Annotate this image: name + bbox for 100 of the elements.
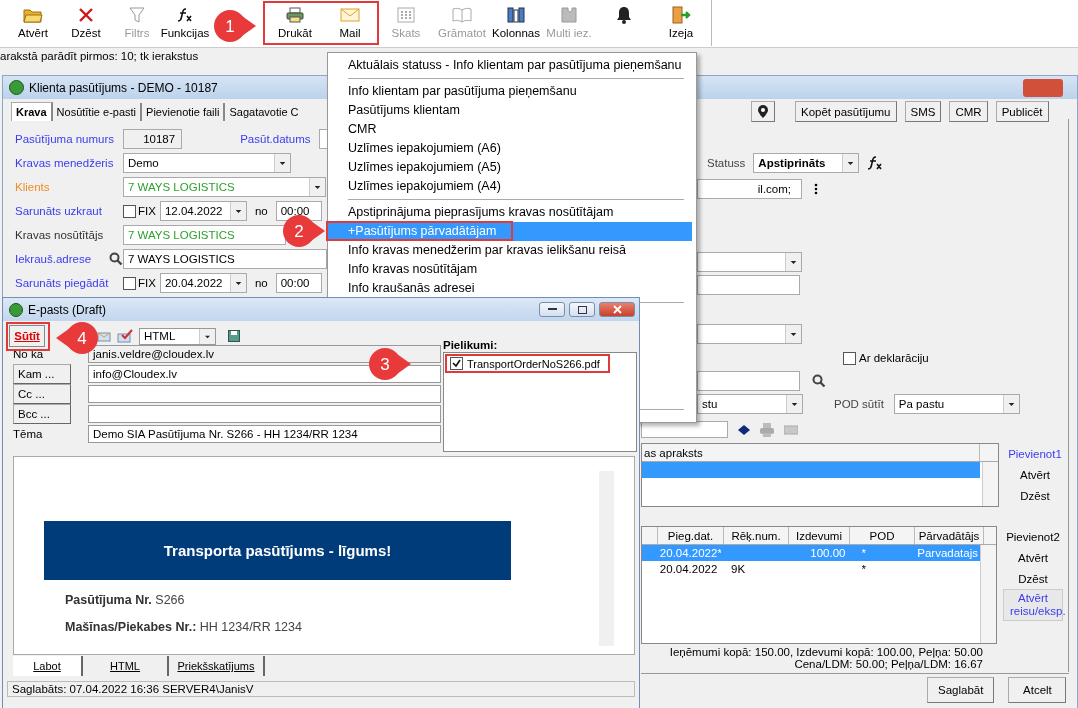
email-field[interactable]: il.com; — [697, 179, 802, 199]
email-field[interactable] — [88, 385, 441, 403]
menu-item[interactable]: Apstiprinājuma pieprasījums kravas nosūtītājam — [328, 203, 690, 222]
table-cell: 20.04.2022 — [659, 563, 718, 575]
status-dropdown[interactable]: Apstiprināts — [753, 153, 860, 173]
totals-text: Cena/LDM: 50.00; Peļņa/LDM: 16.67 — [794, 658, 983, 670]
menu-item[interactable]: Uzlīmes iepakojumiem (A4) — [328, 177, 690, 196]
scrollbar[interactable] — [980, 545, 996, 643]
action-button[interactable]: Kopēt pasūtījumu — [795, 101, 897, 122]
tab[interactable]: Labot — [13, 656, 83, 676]
action-button[interactable]: SMS — [904, 101, 942, 122]
text-field[interactable] — [697, 371, 800, 391]
tab[interactable]: HTML — [83, 656, 169, 676]
text-field[interactable]: 7 WAYS LOGISTICS — [123, 249, 327, 269]
field-label: Klients — [15, 181, 51, 193]
menu-item[interactable]: Aktuālais statuss - Info klientam par pasūtījuma pieņemšanu — [328, 56, 690, 75]
toolbar-button[interactable]: Izeja — [654, 0, 708, 42]
dropdown-field[interactable]: stu — [697, 394, 803, 414]
dropdown-field[interactable]: 7 WAYS LOGISTICS — [123, 177, 326, 197]
side-button[interactable]: Dzēst — [1012, 568, 1054, 589]
banner-title: Transporta pasūtījums - līgums! — [163, 542, 392, 559]
tab[interactable]: Priekšskatījums — [169, 656, 265, 676]
column-header[interactable]: Pieg.dat. — [658, 527, 724, 544]
checkbox[interactable] — [450, 357, 463, 370]
table-cell: 100.00 — [810, 547, 846, 559]
footer-button[interactable]: Atcelt — [1008, 677, 1067, 703]
close-button[interactable] — [599, 302, 635, 317]
toolbar-button[interactable]: Atvērt — [8, 0, 58, 42]
maximize-button[interactable] — [569, 302, 595, 317]
scrollbar[interactable] — [982, 462, 998, 506]
table-row[interactable]: 20.04.2022 9K * — [642, 561, 980, 577]
menu-item[interactable]: Info kravas menedžerim par kravas ielikšanu reisā — [328, 241, 690, 260]
action-button[interactable]: Publicēt — [995, 101, 1049, 122]
checkbox[interactable] — [843, 351, 856, 365]
field-label: Pasūt.datums — [240, 133, 311, 145]
format-dropdown[interactable]: HTML — [139, 327, 216, 345]
dropdown-field[interactable] — [697, 252, 802, 272]
envelope-icon — [340, 8, 360, 22]
tab[interactable]: Pievienotie faili — [142, 103, 226, 121]
side-button[interactable]: Atvērt reisu/eksp. — [1003, 589, 1063, 621]
column-header[interactable]: Rēķ.num. — [724, 527, 789, 544]
tab[interactable]: Krava — [11, 102, 53, 121]
column-header[interactable]: Pārvadātājs — [915, 527, 984, 544]
tab[interactable]: Nosūtītie e-pasti — [52, 103, 143, 121]
date-field[interactable]: 20.04.2022 — [159, 273, 247, 293]
toolbar-button[interactable]: Funkcijas — [160, 0, 210, 42]
search-icon[interactable] — [812, 374, 826, 388]
menu-item[interactable]: Info kraušanās adresei — [328, 279, 690, 298]
date-field[interactable]: 12.04.2022 — [159, 201, 247, 221]
menu-item[interactable]: Info klientam par pasūtījuma pieņemšanu — [328, 82, 690, 101]
location-pin-button[interactable] — [751, 101, 775, 122]
search-icon[interactable] — [109, 252, 123, 266]
save-icon[interactable] — [228, 330, 240, 342]
text-field[interactable]: 7 WAYS LOGISTICS — [123, 225, 286, 245]
order-number-field[interactable]: 10187 — [123, 129, 183, 149]
more-icon[interactable] — [814, 183, 818, 195]
toolbar-button[interactable]: Dzēst — [58, 0, 114, 42]
dropdown-field[interactable]: Pa pastu — [893, 394, 1020, 414]
checkbox[interactable] — [123, 276, 136, 290]
menu-item[interactable]: Pasūtījums klientam — [328, 101, 690, 120]
toolbar-button[interactable]: Drukāt — [266, 0, 324, 42]
recipient-button[interactable]: Cc ... — [13, 384, 71, 404]
side-button[interactable]: Dzēst — [1014, 485, 1056, 506]
recipient-button[interactable]: Bcc ... — [13, 404, 71, 424]
subject-field[interactable]: Demo SIA Pasūtījuma Nr. S266 - HH 1234/RR 1234 — [88, 425, 441, 443]
minimize-button[interactable] — [539, 302, 565, 317]
email-field[interactable] — [88, 405, 441, 423]
time-field[interactable]: 00:00 — [275, 201, 322, 221]
envelope-icon[interactable] — [97, 330, 111, 342]
column-header[interactable]: Izdevumi — [789, 527, 850, 544]
add-link[interactable]: Pievienot1 — [1002, 443, 1068, 464]
tab[interactable]: Sagatavotie C — [225, 103, 303, 121]
send-button[interactable]: Sūtīt — [9, 325, 45, 347]
recipient-button[interactable]: Kam ... — [13, 364, 71, 384]
delete-icon — [78, 7, 94, 23]
dropdown-field[interactable] — [697, 324, 802, 344]
checkbox[interactable] — [123, 204, 136, 218]
function-icon — [177, 8, 193, 22]
time-field[interactable]: 00:00 — [275, 273, 322, 293]
side-button[interactable]: Atvērt — [1011, 547, 1054, 568]
close-button[interactable] — [1023, 78, 1063, 97]
diamond-icon[interactable] — [738, 424, 750, 435]
attachment-name[interactable]: TransportOrderNoS266.pdf — [467, 357, 600, 370]
menu-item[interactable]: Info kravas nosūtītājam — [328, 260, 690, 279]
text-field[interactable] — [697, 275, 800, 295]
check-envelope-icon[interactable] — [117, 329, 133, 343]
menu-item[interactable]: Uzlīmes iepakojumiem (A5) — [328, 158, 690, 177]
book-icon — [452, 7, 472, 23]
column-header[interactable]: POD — [850, 527, 915, 544]
dropdown-field[interactable]: Demo — [123, 153, 291, 173]
footer-button[interactable]: Saglabāt — [927, 677, 995, 703]
action-button[interactable]: CMR — [949, 101, 988, 122]
side-button[interactable]: Atvērt — [1013, 464, 1056, 485]
toolbar-button[interactable]: Mail — [324, 0, 376, 42]
function-icon[interactable] — [867, 156, 884, 170]
menu-item[interactable]: CMR — [328, 120, 690, 139]
side-button[interactable]: Pievienot2 — [1000, 526, 1066, 547]
text-field[interactable] — [641, 421, 728, 438]
toolbar-button[interactable]: Kolonnas — [488, 0, 544, 42]
menu-item[interactable]: Uzlīmes iepakojumiem (A6) — [328, 139, 690, 158]
